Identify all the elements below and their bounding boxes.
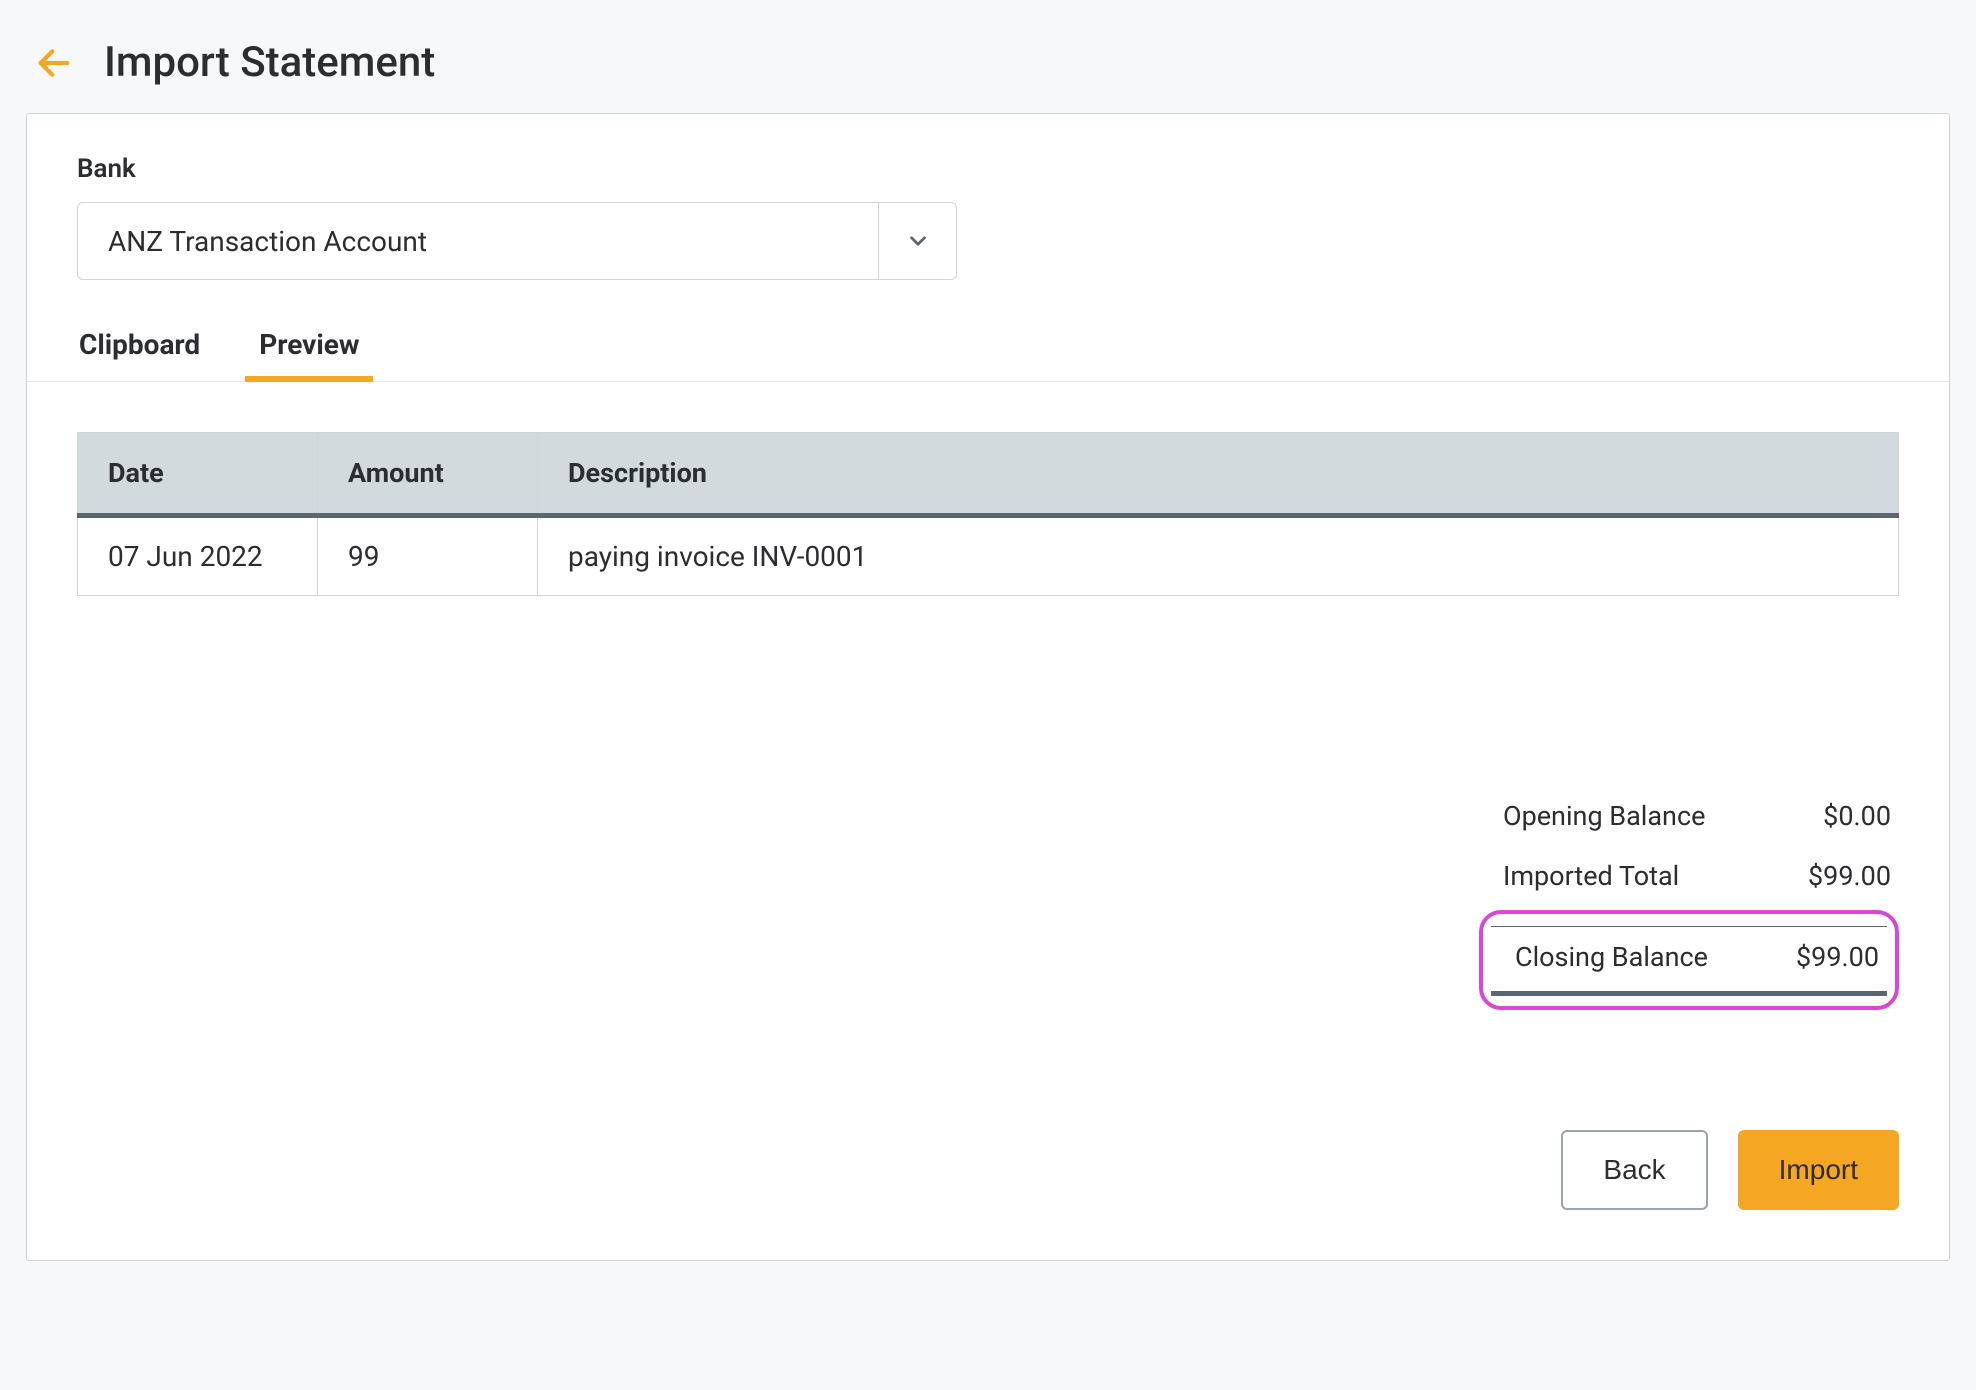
tab-preview[interactable]: Preview xyxy=(257,320,361,381)
summary: Opening Balance $0.00 Imported Total $99… xyxy=(77,786,1899,1010)
preview-table: Date Amount Description 07 Jun 2022 99 p… xyxy=(77,432,1899,596)
closing-balance-value: $99.00 xyxy=(1796,941,1879,973)
table-header-row: Date Amount Description xyxy=(78,433,1899,516)
page-title: Import Statement xyxy=(104,38,435,87)
col-header-date: Date xyxy=(78,433,318,516)
back-arrow-icon[interactable] xyxy=(32,41,76,85)
summary-opening: Opening Balance $0.00 xyxy=(1479,786,1899,846)
table-row: 07 Jun 2022 99 paying invoice INV-0001 xyxy=(78,516,1899,596)
page-header: Import Statement xyxy=(20,20,1956,113)
closing-balance-label: Closing Balance xyxy=(1515,941,1708,973)
main-panel: Bank ANZ Transaction Account Clipboard P… xyxy=(26,113,1950,1261)
cell-amount: 99 xyxy=(318,516,538,596)
closing-balance-highlight: Closing Balance $99.00 xyxy=(1479,910,1899,1010)
col-header-amount: Amount xyxy=(318,433,538,516)
col-header-description: Description xyxy=(538,433,1899,516)
imported-total-value: $99.00 xyxy=(1808,860,1891,892)
bank-select[interactable]: ANZ Transaction Account xyxy=(77,202,957,280)
summary-closing: Closing Balance $99.00 xyxy=(1491,927,1887,996)
cell-date: 07 Jun 2022 xyxy=(78,516,318,596)
actions: Back Import xyxy=(77,1130,1899,1210)
bank-select-value: ANZ Transaction Account xyxy=(78,203,878,279)
imported-total-label: Imported Total xyxy=(1503,860,1679,892)
summary-imported: Imported Total $99.00 xyxy=(1479,846,1899,906)
opening-balance-label: Opening Balance xyxy=(1503,800,1705,832)
tabs: Clipboard Preview xyxy=(27,320,1949,382)
bank-label: Bank xyxy=(77,154,1899,184)
import-button[interactable]: Import xyxy=(1738,1130,1899,1210)
chevron-down-icon xyxy=(878,203,956,279)
cell-description: paying invoice INV-0001 xyxy=(538,516,1899,596)
tab-clipboard[interactable]: Clipboard xyxy=(77,320,202,381)
back-button[interactable]: Back xyxy=(1561,1130,1707,1210)
opening-balance-value: $0.00 xyxy=(1823,800,1891,832)
